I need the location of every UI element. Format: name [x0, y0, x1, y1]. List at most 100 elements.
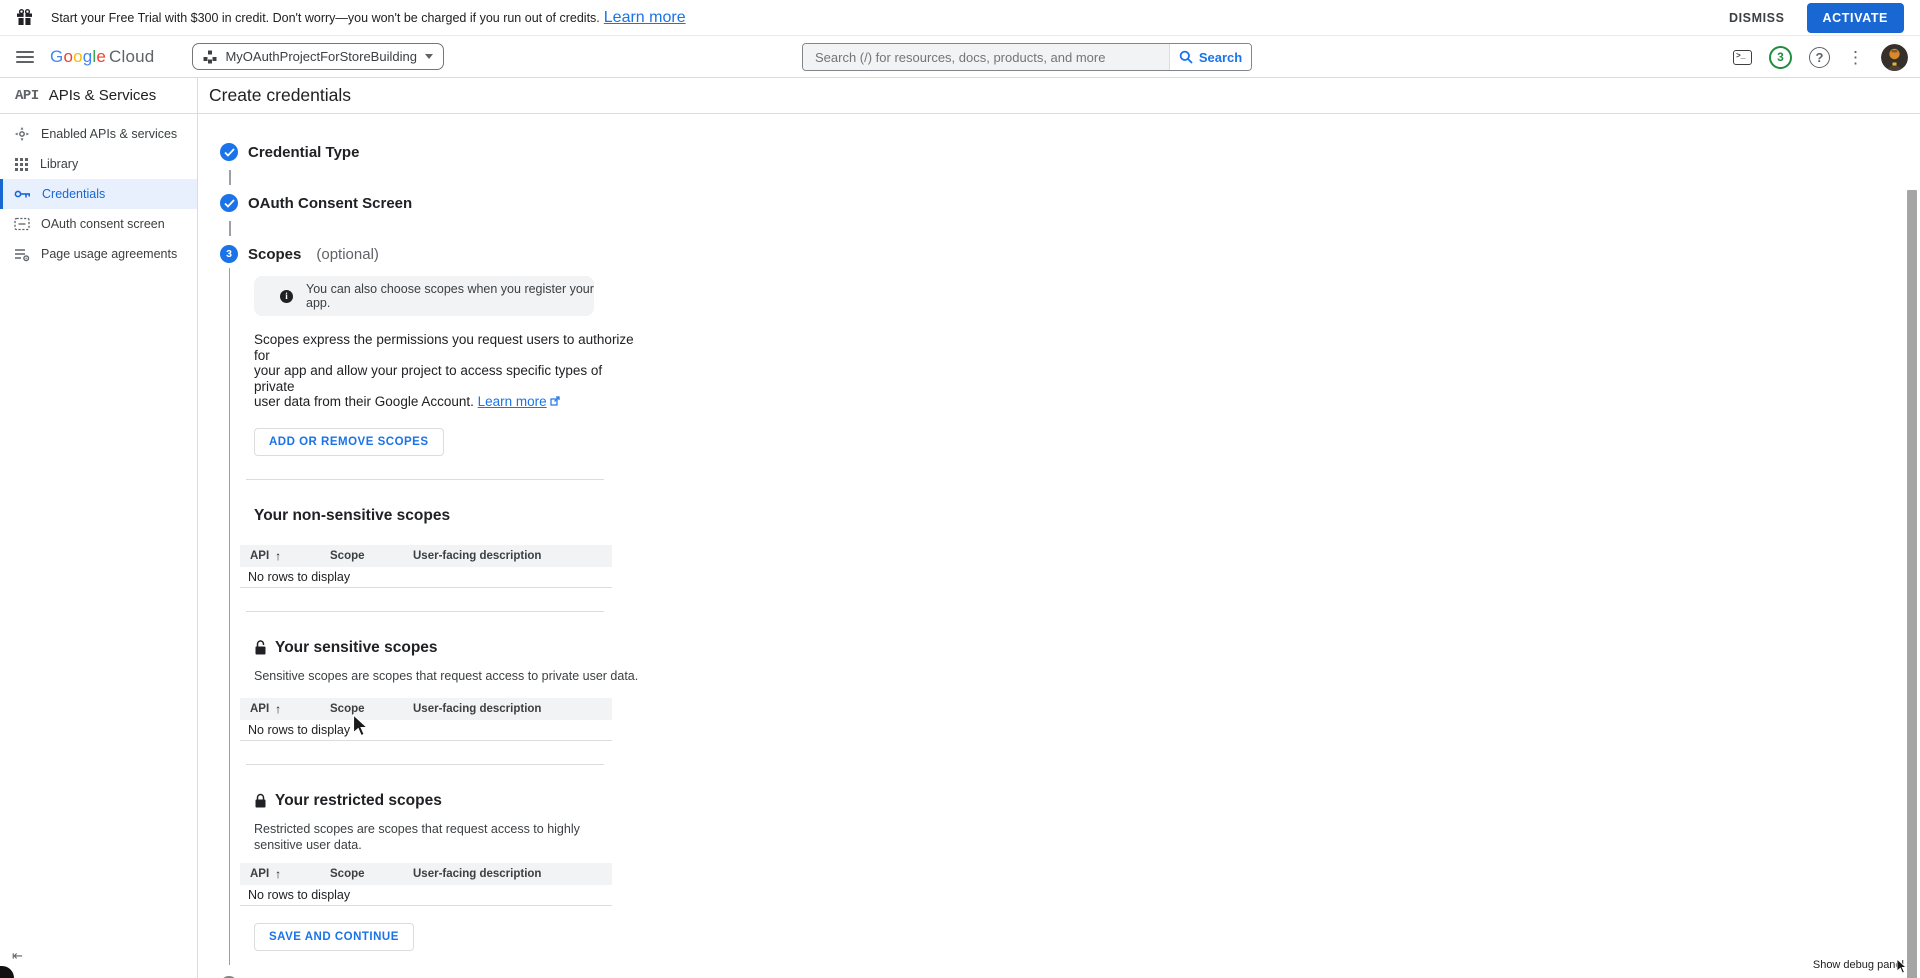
column-user-facing-description[interactable]: User-facing description — [413, 868, 612, 880]
search-button[interactable]: Search — [1169, 44, 1251, 70]
google-cloud-logo[interactable]: GoogleCloud — [50, 47, 154, 67]
column-api[interactable]: API — [250, 868, 269, 880]
sidebar-item-label: OAuth consent screen — [41, 217, 165, 231]
info-icon: i — [280, 290, 293, 303]
column-scope[interactable]: Scope — [330, 550, 413, 562]
search-icon — [1179, 50, 1193, 64]
help-icon[interactable]: ? — [1809, 47, 1830, 68]
non-sensitive-scopes-table: API ↑ Scope User-facing description No ro… — [240, 545, 612, 588]
empty-table-message: No rows to display — [240, 567, 612, 588]
description-line: user data from their Google Account. — [254, 394, 474, 409]
mouse-cursor — [352, 714, 370, 738]
scopes-section: i You can also choose scopes when you re… — [229, 268, 629, 965]
sidebar-item-label: Enabled APIs & services — [41, 127, 177, 141]
collapse-sidebar-icon[interactable]: ⇤ — [12, 948, 23, 964]
external-link-icon — [550, 396, 560, 406]
column-api[interactable]: API — [250, 550, 269, 562]
description-line: Scopes express the permissions you reque… — [254, 332, 634, 363]
show-debug-panel-link[interactable]: Show debug panel — [1813, 959, 1904, 971]
sort-asc-icon[interactable]: ↑ — [275, 867, 281, 881]
empty-table-message: No rows to display — [240, 885, 612, 906]
search-button-label: Search — [1199, 50, 1242, 65]
table-header-row: API ↑ Scope User-facing description — [240, 863, 612, 885]
sensitive-scopes-subtitle: Sensitive scopes are scopes that request… — [254, 668, 629, 684]
sort-asc-icon[interactable]: ↑ — [275, 702, 281, 716]
step-label: Scopes — [248, 246, 301, 263]
global-search: Search — [802, 43, 1252, 71]
sidebar-header: API APIs & Services — [0, 78, 197, 114]
shell-prompt-glyph: >_ — [1736, 52, 1746, 61]
logo-letter: o — [63, 47, 73, 66]
step-oauth-client-id[interactable]: 4 OAuth Client ID — [220, 975, 1920, 978]
step-credential-type[interactable]: Credential Type — [220, 142, 1920, 162]
main-content: Create credentials Credential Type — [198, 78, 1920, 978]
lock-open-icon — [254, 640, 267, 655]
info-glyph: i — [285, 291, 288, 301]
sidebar-item-page-usage-agreements[interactable]: Page usage agreements — [0, 239, 197, 269]
banner-learn-more-link[interactable]: Learn more — [604, 9, 686, 27]
save-and-continue-button[interactable]: SAVE AND CONTINUE — [254, 923, 414, 951]
vertical-scrollbar[interactable] — [1907, 190, 1917, 978]
column-scope[interactable]: Scope — [330, 703, 413, 715]
logo-letter: G — [50, 47, 63, 66]
enabled-apis-icon — [14, 126, 30, 142]
sidebar-item-label: Page usage agreements — [41, 247, 177, 261]
column-user-facing-description[interactable]: User-facing description — [413, 703, 612, 715]
column-api[interactable]: API — [250, 703, 269, 715]
restricted-scopes-subtitle: Restricted scopes are scopes that reques… — [254, 821, 606, 853]
api-product-logo: API — [15, 88, 39, 104]
divider — [246, 611, 604, 612]
column-user-facing-description[interactable]: User-facing description — [413, 550, 612, 562]
add-or-remove-scopes-button[interactable]: ADD OR REMOVE SCOPES — [254, 428, 444, 456]
activate-button[interactable]: ACTIVATE — [1807, 3, 1904, 33]
description-line: your app and allow your project to acces… — [254, 363, 602, 394]
learn-more-link[interactable]: Learn more — [478, 394, 547, 409]
more-options-icon[interactable]: ⋮ — [1847, 49, 1864, 66]
sidebar-item-enabled-apis[interactable]: Enabled APIs & services — [0, 119, 197, 149]
sidebar-item-label: Library — [40, 157, 78, 171]
column-scope[interactable]: Scope — [330, 868, 413, 880]
secondary-cursor — [1896, 958, 1909, 975]
logo-letter: g — [83, 47, 93, 66]
free-trial-banner: Start your Free Trial with $300 in credi… — [0, 0, 1920, 36]
cloud-shell-icon[interactable]: >_ — [1733, 50, 1752, 65]
gift-icon — [16, 9, 33, 26]
step-optional-suffix: (optional) — [316, 246, 379, 263]
top-navigation-bar: GoogleCloud MyOAuthProjectForStoreBuildi… — [0, 36, 1920, 78]
page-title: Create credentials — [209, 85, 351, 106]
notifications-badge[interactable]: 3 — [1769, 46, 1792, 69]
project-selector[interactable]: MyOAuthProjectForStoreBuilding — [192, 43, 443, 70]
question-glyph: ? — [1816, 50, 1824, 65]
sidebar: API APIs & Services Enabled APIs & servi… — [0, 78, 198, 978]
menu-icon[interactable] — [16, 51, 34, 63]
step-label: OAuth Consent Screen — [248, 195, 412, 212]
table-header-row: API ↑ Scope User-facing description — [240, 698, 612, 720]
user-avatar[interactable] — [1881, 44, 1908, 71]
check-icon — [224, 148, 235, 157]
sensitive-scopes-title: Your sensitive scopes — [275, 639, 438, 657]
step-number-icon: 3 — [220, 245, 238, 263]
check-icon — [224, 199, 235, 208]
sidebar-item-library[interactable]: Library — [0, 149, 197, 179]
chevron-down-icon — [425, 54, 433, 59]
step-oauth-consent-screen[interactable]: OAuth Consent Screen — [220, 193, 1920, 213]
search-input[interactable] — [803, 44, 1169, 70]
empty-table-message: No rows to display — [240, 720, 612, 741]
sensitive-scopes-table: API ↑ Scope User-facing description No ro… — [240, 698, 612, 741]
scopes-description: Scopes express the permissions you reque… — [254, 332, 634, 410]
sidebar-item-credentials[interactable]: Credentials — [0, 179, 197, 209]
divider — [246, 764, 604, 765]
sidebar-item-oauth-consent-screen[interactable]: OAuth consent screen — [0, 209, 197, 239]
dismiss-button[interactable]: DISMISS — [1729, 11, 1785, 25]
project-name: MyOAuthProjectForStoreBuilding — [225, 49, 416, 64]
step-scopes[interactable]: 3 Scopes (optional) — [220, 244, 1920, 264]
step-label: Credential Type — [248, 144, 359, 161]
divider — [246, 479, 604, 480]
page-header: Create credentials — [198, 78, 1920, 114]
table-header-row: API ↑ Scope User-facing description — [240, 545, 612, 567]
sort-asc-icon[interactable]: ↑ — [275, 549, 281, 563]
lock-closed-icon — [254, 793, 267, 808]
notification-count: 3 — [1777, 50, 1784, 64]
more-vert-glyph: ⋮ — [1847, 48, 1864, 67]
scopes-info-note: i You can also choose scopes when you re… — [254, 276, 594, 316]
